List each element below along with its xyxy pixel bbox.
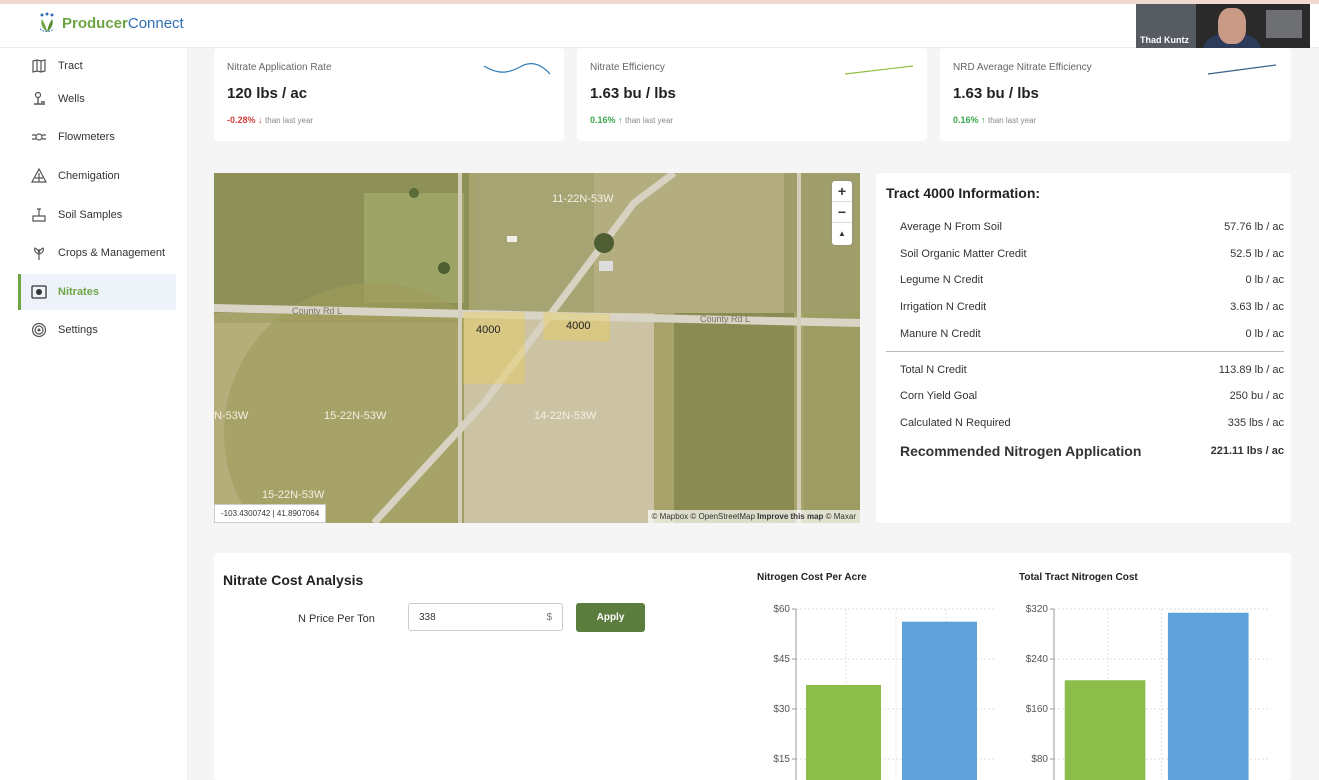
cost-title: Nitrate Cost Analysis — [223, 572, 364, 588]
producer-connect-logo-icon — [36, 12, 58, 34]
tract-map[interactable]: 11-22N-53W 15-22N-53W 14-22N-53W 15-22N-… — [214, 173, 860, 523]
bar[interactable] — [1167, 612, 1249, 780]
info-row: Total N Credit 113.89 lb / ac — [900, 364, 1284, 376]
kpi-value: 120 lbs / ac — [227, 85, 308, 102]
sidebar-item-wells[interactable]: Wells — [18, 81, 176, 117]
improve-map-link[interactable]: Improve this map — [757, 512, 823, 521]
cost-analysis-card: Nitrate Cost Analysis N Price Per Ton 33… — [214, 553, 1291, 780]
sidebar-item-label: Soil Samples — [58, 209, 123, 221]
info-row: Average N From Soil 57.76 lb / ac — [900, 221, 1284, 233]
map-label-tract[interactable]: 4000 — [566, 320, 590, 332]
recommendation-row: Recommended Nitrogen Application 221.11 l… — [900, 443, 1284, 459]
map-attribution: © Mapbox © OpenStreetMap Improve this ma… — [647, 510, 860, 523]
sidebar: Tract Wells Flowmeters Chemigation Soil … — [0, 48, 188, 780]
kpi-label: Nitrate Efficiency — [590, 62, 665, 73]
header: ProducerConnect — [0, 4, 1319, 48]
nitrogen-cost-per-acre-chart: $60 $45 $30 $15 — [773, 604, 996, 780]
price-label: N Price Per Ton — [298, 613, 375, 625]
apply-button[interactable]: Apply — [576, 603, 645, 632]
sidebar-item-label: Chemigation — [58, 170, 120, 182]
nitrates-icon — [30, 283, 48, 301]
sidebar-item-label: Settings — [58, 324, 98, 336]
total-tract-nitrogen-cost-chart: $320 $240 $160 $80 — [1026, 604, 1269, 780]
sidebar-item-chemigation[interactable]: Chemigation — [18, 158, 176, 194]
settings-icon — [30, 321, 48, 339]
tick-label: $15 — [773, 754, 790, 765]
compass-button[interactable]: ▲ — [832, 223, 852, 244]
flowmeter-icon — [30, 128, 48, 146]
brand-name: ProducerConnect — [62, 14, 184, 32]
video-overlay: Thad Kuntz — [1136, 4, 1310, 48]
tick-label: $320 — [1026, 604, 1049, 615]
map-label-section: 15-22N-53W — [324, 410, 387, 422]
kpi-label: Nitrate Application Rate — [227, 62, 332, 73]
kpi-card-application-rate: Nitrate Application Rate 120 lbs / ac -0… — [214, 48, 564, 141]
kpi-change: -0.28% ↓ than last year — [227, 115, 314, 125]
kpi-change: 0.16% ↑ than last year — [590, 115, 674, 125]
map-label-section: N-53W — [214, 410, 249, 422]
kpi-label: NRD Average Nitrate Efficiency — [953, 62, 1092, 73]
map-coordinates: -103.4300742 | 41.8907064 — [214, 504, 327, 523]
sidebar-item-label: Tract — [58, 60, 83, 72]
tick-label: $80 — [1031, 754, 1048, 765]
tick-label: $60 — [773, 604, 790, 615]
bar[interactable] — [806, 685, 881, 780]
tract-info-card: Tract 4000 Information: Average N From S… — [876, 173, 1291, 523]
map-label-section: 15-22N-53W — [262, 489, 325, 501]
tick-label: $160 — [1026, 704, 1049, 715]
kpi-value: 1.63 bu / lbs — [590, 85, 676, 102]
chart-title: Total Tract Nitrogen Cost — [1019, 572, 1138, 583]
info-row: Soil Organic Matter Credit 52.5 lb / ac — [900, 248, 1284, 260]
well-icon — [30, 90, 48, 108]
info-row: Legume N Credit 0 lb / ac — [900, 274, 1284, 286]
info-row: Corn Yield Goal 250 bu / ac — [900, 390, 1284, 402]
map-label-tract[interactable]: 4000 — [476, 324, 500, 336]
kpi-sparkline — [483, 63, 551, 75]
info-title: Tract 4000 Information: — [886, 185, 1041, 201]
bar[interactable] — [902, 621, 977, 780]
map-label-section: 14-22N-53W — [534, 410, 597, 422]
kpi-sparkline — [844, 65, 914, 75]
sidebar-item-label: Flowmeters — [58, 131, 115, 143]
map-label-road: County Rd L — [700, 314, 751, 324]
tick-label: $45 — [773, 654, 790, 665]
map-zoom-controls: + − ▲ — [832, 181, 852, 245]
sidebar-item-label: Wells — [58, 93, 85, 105]
info-row: Calculated N Required 335 lbs / ac — [900, 417, 1284, 429]
tick-label: $30 — [773, 704, 790, 715]
kpi-card-nrd-efficiency: NRD Average Nitrate Efficiency 1.63 bu /… — [940, 48, 1291, 141]
kpi-sparkline — [1207, 64, 1277, 75]
n-price-input[interactable]: 338 $ — [408, 603, 563, 631]
chart-title: Nitrogen Cost Per Acre — [757, 572, 867, 583]
chemigation-icon — [30, 167, 48, 185]
sidebar-item-label: Nitrates — [58, 286, 99, 298]
zoom-in-button[interactable]: + — [832, 181, 852, 202]
participant-name: Thad Kuntz — [1140, 35, 1189, 45]
sidebar-item-flowmeters[interactable]: Flowmeters — [18, 119, 176, 155]
participant-avatar — [1218, 8, 1246, 44]
logo[interactable]: ProducerConnect — [36, 12, 184, 34]
satellite-imagery — [214, 173, 860, 523]
tick-label: $240 — [1026, 654, 1049, 665]
soil-samples-icon — [30, 206, 48, 224]
sidebar-item-tract[interactable]: Tract — [18, 48, 176, 84]
map-label-section: 11-22N-53W — [552, 193, 614, 205]
sidebar-item-nitrates[interactable]: Nitrates — [18, 274, 176, 310]
sidebar-item-label: Crops & Management — [58, 247, 165, 259]
tract-icon — [30, 57, 48, 75]
sidebar-item-soil-samples[interactable]: Soil Samples — [18, 197, 176, 233]
map-label-road: County Rd L — [292, 306, 343, 316]
kpi-change: 0.16% ↑ than last year — [953, 115, 1037, 125]
zoom-out-button[interactable]: − — [832, 202, 852, 223]
currency-icon: $ — [546, 612, 552, 623]
bar[interactable] — [1064, 680, 1146, 780]
info-row: Manure N Credit 0 lb / ac — [900, 328, 1284, 340]
sidebar-item-crops-management[interactable]: Crops & Management — [18, 235, 176, 271]
crops-icon — [30, 244, 48, 262]
divider — [886, 351, 1284, 352]
kpi-value: 1.63 bu / lbs — [953, 85, 1039, 102]
kpi-card-efficiency: Nitrate Efficiency 1.63 bu / lbs 0.16% ↑… — [577, 48, 927, 141]
sidebar-item-settings[interactable]: Settings — [18, 312, 176, 348]
info-row: Irrigation N Credit 3.63 lb / ac — [900, 301, 1284, 313]
